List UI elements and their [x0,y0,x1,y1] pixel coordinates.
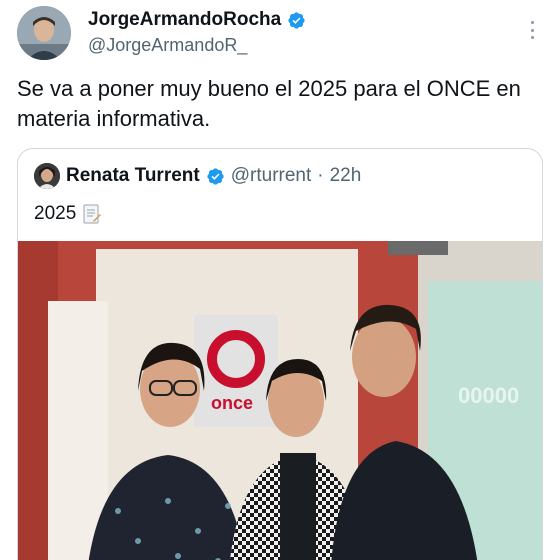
quoted-tweet-text: 2025 [34,203,77,224]
verified-badge-icon [207,167,224,185]
quoted-tweet-text-row: 2025 [34,203,102,225]
tweet-text: Se va a poner muy bueno el 2025 para el … [17,76,521,131]
tweet-photo[interactable]: 00000 once [18,241,542,560]
tweet-author-name-row: JorgeArmandoRocha [88,9,306,31]
tweet-author-handle[interactable]: @JorgeArmandoR_ [88,35,247,56]
verified-badge-icon [288,11,305,29]
quoted-author-avatar[interactable] [34,163,60,189]
tweet-author-name[interactable]: JorgeArmandoRocha [88,9,281,31]
quoted-tweet-time[interactable]: 22h [330,165,362,187]
wall-circles-text: 00000 [458,383,519,408]
author-avatar[interactable] [17,6,71,60]
dot-separator: · [317,165,324,186]
quoted-tweet-header: Renata Turrent @rturrent · 22h [34,163,361,189]
quoted-author-name[interactable]: Renata Turrent [66,165,200,187]
quoted-tweet-card[interactable]: Renata Turrent @rturrent · 22h 2025 0000… [17,148,543,560]
memo-icon [83,204,102,224]
more-options-icon[interactable] [522,18,542,42]
quoted-author-handle[interactable]: @rturrent [231,165,312,187]
once-logo-text: once [211,393,253,413]
